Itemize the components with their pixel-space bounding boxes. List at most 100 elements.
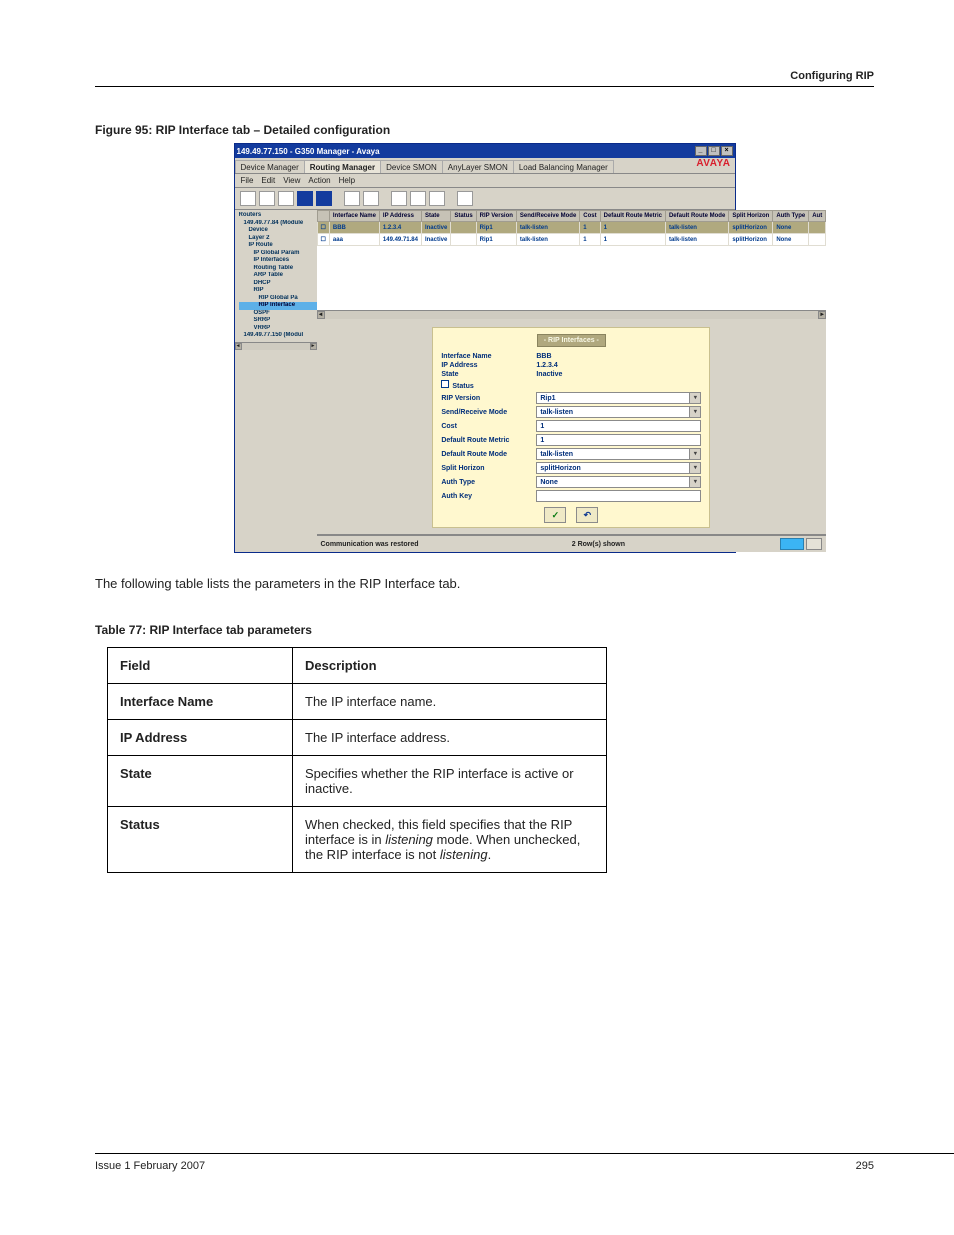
- tree-item[interactable]: IP Route: [239, 242, 321, 250]
- form-input[interactable]: [536, 490, 701, 502]
- grid-header-cell[interactable]: Cost: [580, 211, 600, 222]
- form-select[interactable]: talk-listen▾: [536, 448, 701, 460]
- maximize-button[interactable]: □: [708, 146, 720, 156]
- form-select[interactable]: splitHorizon▾: [536, 462, 701, 474]
- form-row: IP Address1.2.3.4: [441, 362, 701, 369]
- grid-header-cell[interactable]: Default Route Metric: [600, 211, 665, 222]
- form-label: Interface Name: [441, 353, 536, 360]
- tree-item[interactable]: 149.49.77.150 (Modul: [239, 332, 321, 340]
- checkbox[interactable]: [441, 380, 449, 388]
- tree-hscrollbar[interactable]: ◄ ►: [235, 342, 317, 350]
- menu-edit[interactable]: Edit: [261, 176, 275, 185]
- grid-header-cell[interactable]: Auth Type: [773, 211, 809, 222]
- status-rowcount: 2 Row(s) shown: [419, 541, 779, 548]
- menu-action[interactable]: Action: [308, 176, 330, 185]
- tree-item[interactable]: Routing Table: [239, 265, 321, 273]
- undo-button[interactable]: ↶: [576, 507, 598, 523]
- grid: Interface NameIP AddressStateStatusRIP V…: [317, 210, 827, 310]
- table-row: IP AddressThe IP interface address.: [108, 719, 607, 755]
- menu-file[interactable]: File: [241, 176, 254, 185]
- tree-item[interactable]: ARP Table: [239, 272, 321, 280]
- form-row: Default Route Metric1: [441, 434, 701, 446]
- scroll-right-icon[interactable]: ►: [818, 311, 826, 319]
- table-row: StatusWhen checked, this field specifies…: [108, 806, 607, 872]
- scroll-left-icon[interactable]: ◄: [235, 343, 242, 350]
- form-input[interactable]: 1: [536, 434, 701, 446]
- status-box-icon: [806, 538, 822, 550]
- form-value: BBB: [536, 353, 551, 360]
- grid-header-cell[interactable]: State: [421, 211, 450, 222]
- toolbar-btn-1[interactable]: [240, 191, 256, 206]
- grid-header-cell[interactable]: Split Horizon: [729, 211, 773, 222]
- workspace: Routers149.49.77.84 (ModuleDeviceLayer 2…: [235, 210, 735, 552]
- tree-item[interactable]: Layer 2: [239, 235, 321, 243]
- toolbar-btn-9[interactable]: [410, 191, 426, 206]
- toolbar-btn-8[interactable]: [391, 191, 407, 206]
- apply-button[interactable]: ✓: [544, 507, 566, 523]
- grid-header-cell[interactable]: Aut: [809, 211, 826, 222]
- grid-header-cell[interactable]: Default Route Mode: [665, 211, 728, 222]
- tab-device-smon[interactable]: Device SMON: [380, 160, 443, 173]
- form-select[interactable]: Rip1▾: [536, 392, 701, 404]
- tree-item[interactable]: VRRP: [239, 325, 321, 333]
- grid-header-cell[interactable]: Interface Name: [329, 211, 379, 222]
- toolbar-btn-5[interactable]: [316, 191, 332, 206]
- tree-item[interactable]: SRRP: [239, 317, 321, 325]
- grid-cell: 1: [580, 234, 600, 246]
- form-row: Status: [441, 380, 701, 390]
- table-row[interactable]: ☐BBB1.2.3.4InactiveRip1talk-listen11talk…: [317, 222, 826, 234]
- status-right: [778, 538, 822, 550]
- tree-item[interactable]: RIP Interface: [239, 302, 321, 310]
- grid-hscrollbar[interactable]: ◄ ►: [317, 310, 827, 319]
- nav-tree: Routers149.49.77.84 (ModuleDeviceLayer 2…: [235, 210, 324, 342]
- tab-anylayer-smon[interactable]: AnyLayer SMON: [442, 160, 514, 173]
- tree-item[interactable]: Device: [239, 227, 321, 235]
- menu-help[interactable]: Help: [339, 176, 355, 185]
- toolbar-btn-10[interactable]: [429, 191, 445, 206]
- tab-device-manager[interactable]: Device Manager: [235, 160, 305, 173]
- tree-item[interactable]: 149.49.77.84 (Module: [239, 220, 321, 228]
- scroll-left-icon[interactable]: ◄: [317, 311, 325, 319]
- param-name: IP Address: [108, 719, 293, 755]
- close-button[interactable]: ×: [721, 146, 733, 156]
- tree-item[interactable]: RIP Global Pa: [239, 295, 321, 303]
- form-select[interactable]: None▾: [536, 476, 701, 488]
- grid-cell: [451, 234, 476, 246]
- form-label: Default Route Metric: [441, 437, 536, 444]
- form-input[interactable]: 1: [536, 420, 701, 432]
- menu-view[interactable]: View: [283, 176, 300, 185]
- toolbar-btn-2[interactable]: [259, 191, 275, 206]
- chevron-down-icon: ▾: [689, 463, 700, 473]
- table-row: Interface NameThe IP interface name.: [108, 683, 607, 719]
- tree-item[interactable]: DHCP: [239, 280, 321, 288]
- table-row: StateSpecifies whether the RIP interface…: [108, 755, 607, 806]
- grid-cell: [451, 222, 476, 234]
- tab-routing-manager[interactable]: Routing Manager: [304, 160, 381, 173]
- grid-header-cell[interactable]: IP Address: [379, 211, 421, 222]
- table-row[interactable]: ☐aaa149.49.71.84InactiveRip1talk-listen1…: [317, 234, 826, 246]
- grid-cell: [809, 222, 826, 234]
- tree-item[interactable]: RIP: [239, 287, 321, 295]
- minimize-button[interactable]: _: [695, 146, 707, 156]
- toolbar-btn-11[interactable]: [457, 191, 473, 206]
- grid-header-cell[interactable]: Status: [451, 211, 476, 222]
- toolbar-btn-3[interactable]: [278, 191, 294, 206]
- tree-item[interactable]: IP Interfaces: [239, 257, 321, 265]
- toolbar-btn-4[interactable]: [297, 191, 313, 206]
- scroll-right-icon[interactable]: ►: [310, 343, 317, 350]
- param-name: State: [108, 755, 293, 806]
- grid-header-cell[interactable]: [317, 211, 329, 222]
- toolbar-sep: [335, 191, 341, 204]
- tree-item[interactable]: OSPF: [239, 310, 321, 318]
- toolbar-btn-6[interactable]: [344, 191, 360, 206]
- form-select[interactable]: talk-listen▾: [536, 406, 701, 418]
- grid-header-cell[interactable]: RIP Version: [476, 211, 516, 222]
- tree-item[interactable]: Routers: [239, 212, 321, 220]
- form-row: Auth Key: [441, 490, 701, 502]
- tree-item[interactable]: IP Global Param: [239, 250, 321, 258]
- table-intro: The following table lists the parameters…: [95, 575, 874, 593]
- tab-load-balancing[interactable]: Load Balancing Manager: [513, 160, 614, 173]
- grid-header-cell[interactable]: Send/Receive Mode: [516, 211, 579, 222]
- toolbar-btn-7[interactable]: [363, 191, 379, 206]
- chevron-down-icon: ▾: [689, 477, 700, 487]
